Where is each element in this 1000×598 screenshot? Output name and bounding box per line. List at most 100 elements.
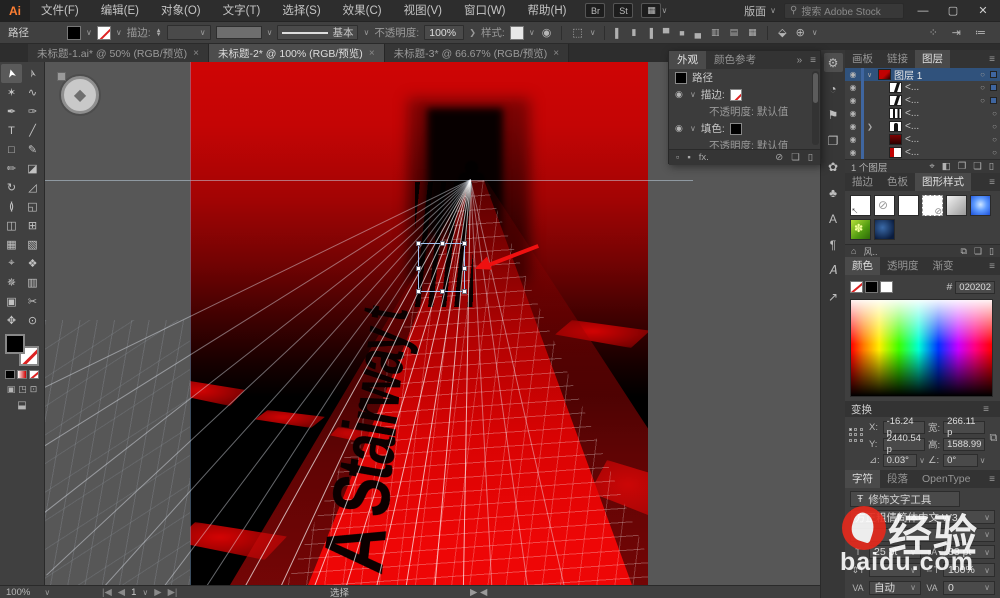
clear-appearance-icon[interactable]: ⊘ (775, 152, 783, 163)
layer-label[interactable]: <... (905, 147, 919, 158)
width-profile-select[interactable] (216, 26, 262, 39)
chevron-right-icon[interactable]: ❯ (469, 28, 476, 37)
style-library-icon[interactable]: ⌂ (851, 246, 856, 256)
minimize-button[interactable]: — (912, 5, 934, 17)
layer-row[interactable]: ◉ <... ○ (845, 94, 1000, 107)
height-field[interactable]: 1588.99 (943, 438, 985, 451)
eye-icon[interactable]: ◉ (848, 83, 858, 92)
expand-icon[interactable]: ∨ (690, 90, 696, 99)
eye-icon[interactable]: ◉ (848, 135, 858, 144)
tab-opentype[interactable]: OpenType (915, 470, 977, 488)
workspace-switcher[interactable]: 版面 ∨ (744, 3, 776, 19)
gradient-icon[interactable]: ◔ (824, 79, 843, 98)
document-tab-3[interactable]: 未标题-3* @ 66.67% (RGB/预览) × (385, 44, 569, 62)
draw-behind-icon[interactable]: ◳ (18, 384, 27, 395)
menu-help[interactable]: 帮助(H) (517, 0, 578, 22)
y-field[interactable]: 2440.54 p (883, 438, 925, 451)
expand-icon[interactable]: ❯ (867, 123, 875, 131)
tab-layers[interactable]: 图层 (915, 50, 950, 68)
tab-color[interactable]: 颜色 (845, 257, 880, 275)
brushes-icon[interactable]: ✿ (824, 157, 843, 176)
trash-icon[interactable]: ▯ (808, 152, 813, 163)
scale-tool[interactable]: ◿ (22, 178, 43, 197)
style-swatch[interactable] (510, 26, 524, 40)
eraser-tool[interactable]: ◪ (22, 159, 43, 178)
selection-handle[interactable] (462, 266, 467, 271)
layer-row[interactable]: ◉ <... ○ (845, 133, 1000, 146)
eye-icon[interactable]: ◉ (848, 96, 858, 105)
target-icon[interactable]: ○ (992, 109, 997, 118)
transform-panel-icon[interactable]: ⁘ (927, 26, 940, 39)
chevron-down-icon[interactable]: ∨ (267, 28, 273, 37)
tab-color-guide[interactable]: 颜色参考 (706, 51, 764, 69)
expand-icon[interactable]: ∨ (867, 71, 875, 79)
eye-icon[interactable]: ◉ (848, 70, 858, 79)
symbols-icon[interactable]: ♣ (824, 183, 843, 202)
document-tab-1[interactable]: 未标题-1.ai* @ 50% (RGB/预览) × (28, 44, 209, 62)
menu-type[interactable]: 文字(T) (212, 0, 272, 22)
chevron-down-icon[interactable]: ∨ (86, 28, 92, 37)
type-tool[interactable]: T (1, 121, 22, 140)
selection-handle[interactable] (416, 241, 421, 246)
align-bottom-icon[interactable]: ▄ (692, 28, 703, 38)
style-swatch[interactable] (946, 195, 967, 216)
vertical-scale-field[interactable]: ∨ (869, 563, 921, 577)
tab-gradient[interactable]: 渐变 (926, 257, 961, 275)
tab-artboards[interactable]: 画板 (845, 50, 880, 68)
rectangle-tool[interactable]: □ (1, 140, 22, 159)
panel-menu-icon[interactable]: ≔ (973, 26, 988, 39)
locate-object-icon[interactable]: ⌖ (929, 161, 934, 172)
layer-row[interactable]: ◉ ❯ <... ○ (845, 120, 1000, 133)
last-artboard-icon[interactable]: ▶| (168, 587, 178, 598)
hand-tool[interactable]: ✥ (1, 311, 22, 330)
fx-icon[interactable]: fx. (699, 152, 709, 163)
tab-paragraph[interactable]: 段落 (880, 470, 915, 488)
chevron-down-icon[interactable]: ∨ (590, 28, 596, 37)
style-swatch[interactable] (850, 219, 871, 240)
hex-value-field[interactable]: 020202 (955, 281, 995, 294)
fill-opacity-row[interactable]: 不透明度: 默认值 (669, 137, 820, 149)
style-swatch-default[interactable] (850, 195, 871, 216)
black-swatch[interactable] (865, 281, 878, 293)
selection-indicator[interactable] (990, 84, 997, 91)
menu-view[interactable]: 视图(V) (393, 0, 453, 22)
prev-artboard-icon[interactable]: ◀ (118, 587, 125, 598)
style-swatch[interactable] (898, 195, 919, 216)
gradient-mode-button[interactable] (17, 370, 27, 379)
mesh-tool[interactable]: ▦ (1, 235, 22, 254)
stroke-weight-select[interactable]: ∨ (167, 25, 211, 40)
lasso-tool[interactable]: ∿ (22, 83, 43, 102)
menu-select[interactable]: 选择(S) (271, 0, 331, 22)
target-icon[interactable]: ○ (980, 96, 985, 105)
line-tool[interactable]: ╱ (22, 121, 43, 140)
new-fill-icon[interactable]: ▪ (687, 152, 690, 163)
align-top-icon[interactable]: ▀ (660, 28, 671, 38)
fill-black-swatch[interactable] (730, 123, 742, 135)
font-size-field[interactable]: 25 pt∨ (869, 545, 921, 559)
menu-effect[interactable]: 效果(C) (332, 0, 393, 22)
distribute-1-icon[interactable]: ▥ (709, 27, 723, 38)
x-field[interactable]: -16.24 p (883, 421, 925, 434)
width-field[interactable]: 266.11 p (943, 421, 985, 434)
tab-links[interactable]: 链接 (880, 50, 915, 68)
selection-tool[interactable]: ➤ (1, 64, 22, 83)
draw-inside-icon[interactable]: ⊡ (30, 384, 38, 395)
selection-indicator[interactable] (990, 71, 997, 78)
pencil-tool[interactable]: ✏ (1, 159, 22, 178)
align-middle-icon[interactable]: ■ (677, 28, 687, 38)
artboard-number-field[interactable]: 1 (131, 587, 136, 598)
expand-icon[interactable]: ∨ (690, 124, 696, 133)
direct-selection-tool[interactable]: ➢ (22, 64, 43, 83)
screen-mode-button[interactable]: ⬓ (17, 400, 26, 411)
style-swatch[interactable] (874, 219, 895, 240)
horizontal-scale-field[interactable]: 100%∨ (943, 563, 995, 577)
free-transform-tool[interactable]: ◱ (22, 197, 43, 216)
target-icon[interactable]: ○ (992, 122, 997, 131)
rotate-tool[interactable]: ↻ (1, 178, 22, 197)
layer-label[interactable]: <... (905, 95, 919, 106)
menu-window[interactable]: 窗口(W) (453, 0, 517, 22)
stroke-color-swatch[interactable] (97, 26, 111, 40)
font-style-select[interactable]: ∨ (850, 528, 995, 542)
chevron-down-icon[interactable]: ∨ (919, 456, 925, 465)
new-stroke-icon[interactable]: ▫ (676, 152, 679, 163)
